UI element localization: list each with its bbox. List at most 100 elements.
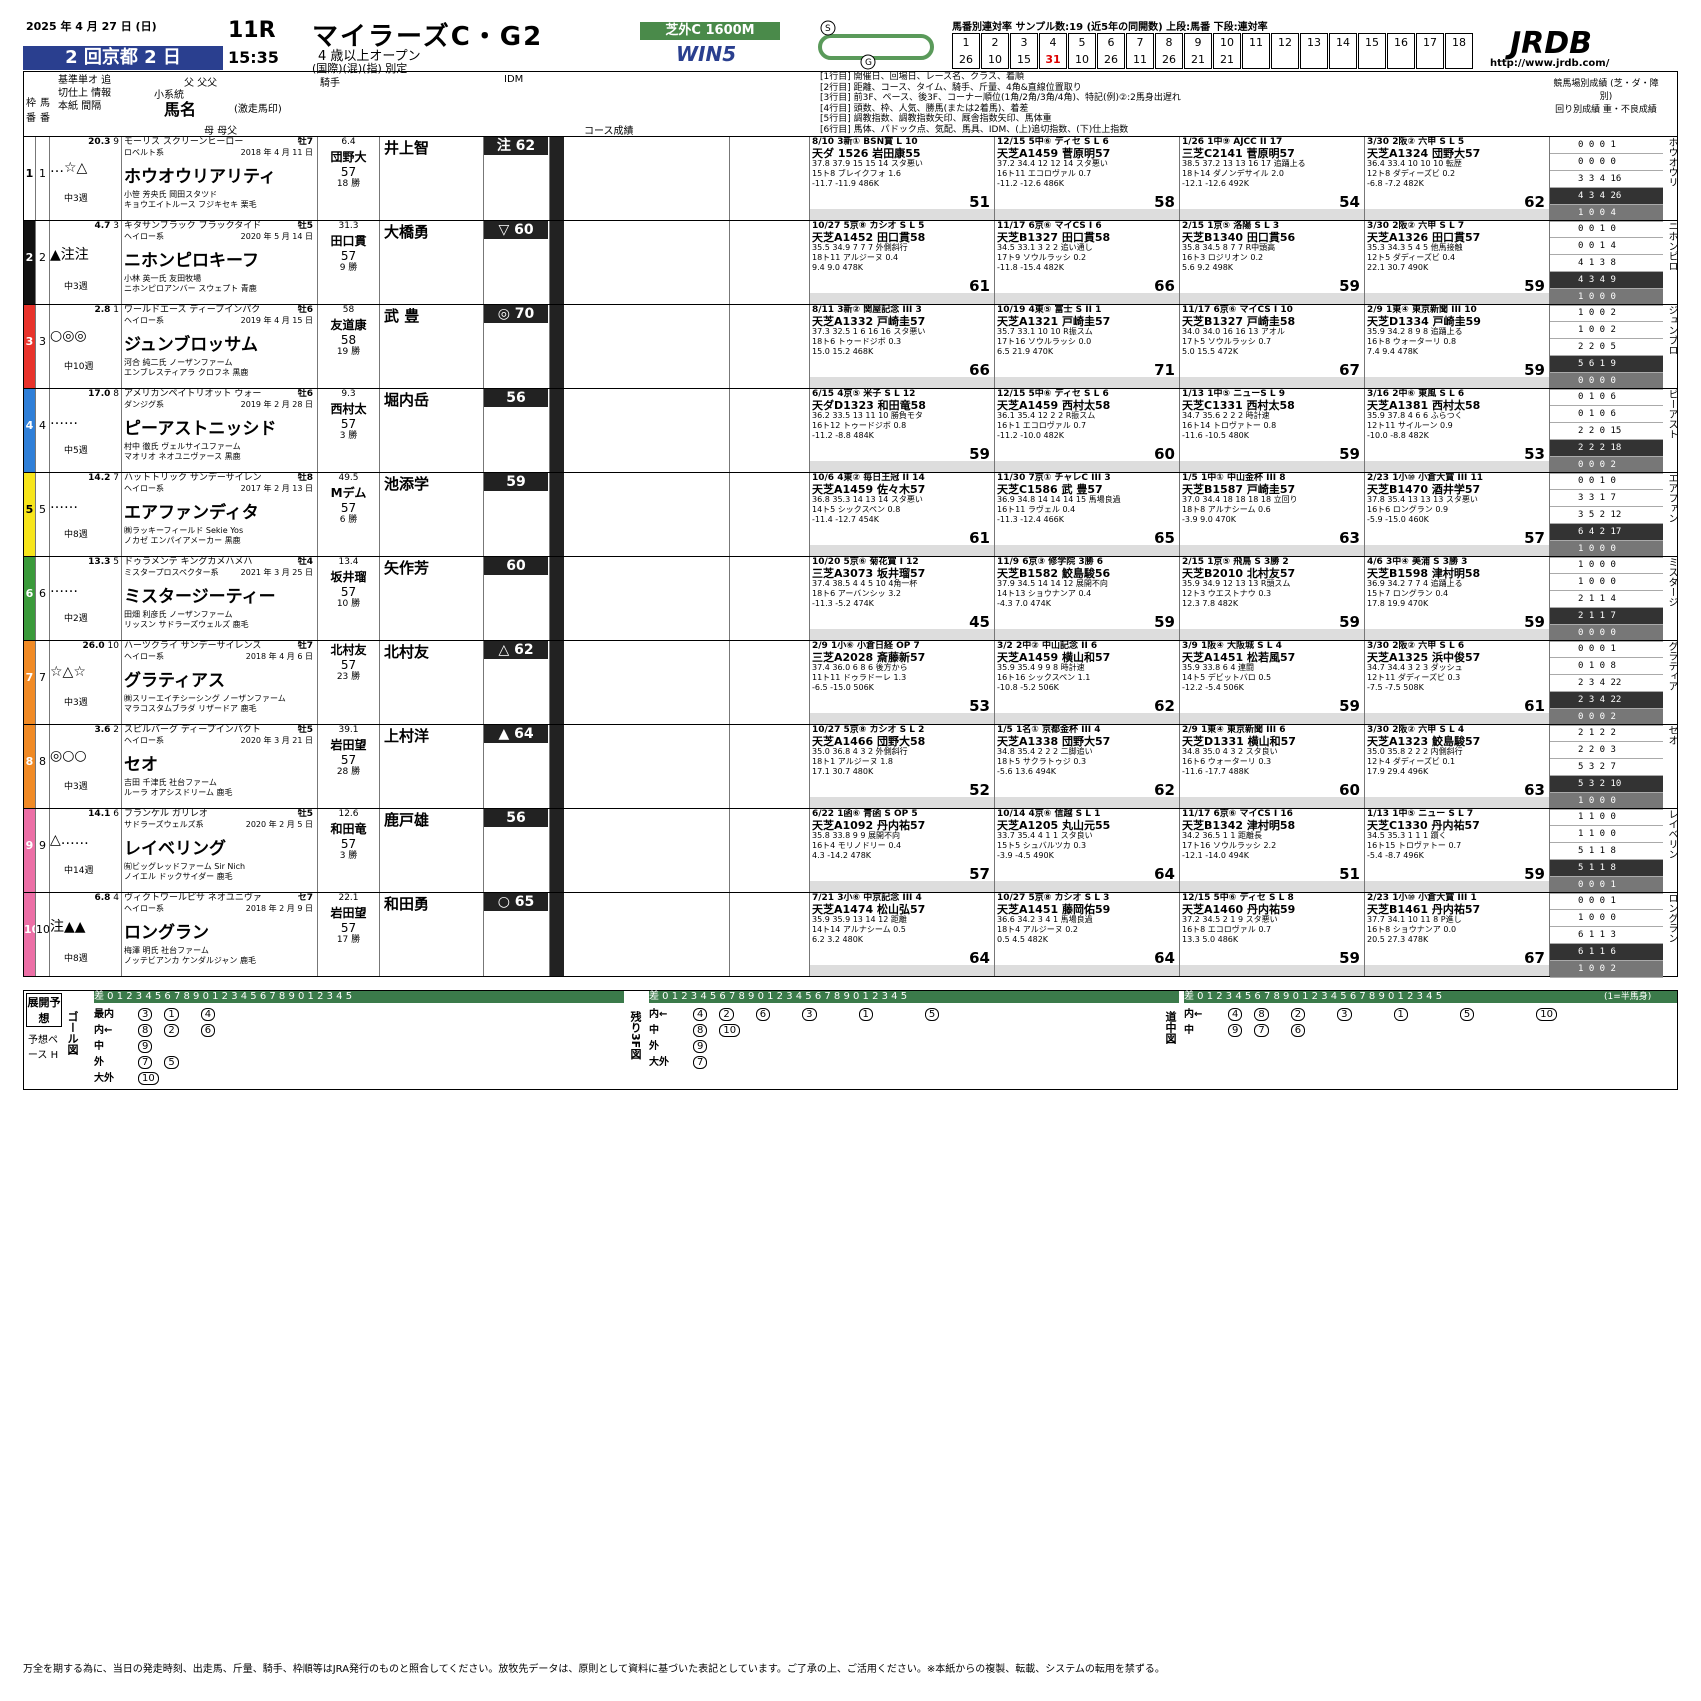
- horse-pill[interactable]: 6: [1290, 1024, 1306, 1037]
- past-race[interactable]: 4/6 3中④ 美浦 S 3勝 3 天芝B1598 津村明58 36.9 34.2 …: [1365, 557, 1550, 640]
- jockey[interactable]: 和田勇: [384, 893, 483, 914]
- past-race[interactable]: 10/14 4京⑥ 信越 S L 1 天芝A1205 丸山元55 33.7 35.4…: [995, 809, 1180, 892]
- past-race[interactable]: 7/21 3小⑥ 中京記念 III 4 天芝A1474 松山弘57 35.9 35.…: [810, 893, 995, 976]
- past-race[interactable]: 3/30 2阪② 六甲 S L 4 天芝A1323 鮫島駿57 35.0 35.8 …: [1365, 725, 1550, 808]
- horse-name[interactable]: ジュンブロッサム: [124, 330, 317, 355]
- past-race[interactable]: 3/9 1阪④ 大阪城 S L 4 天芝A1451 松若風57 35.9 33.8 …: [1180, 641, 1365, 724]
- past-race[interactable]: 2/15 1京⑤ 洛陽 S L 3 天芝B1340 田口貫56 35.8 34.5 …: [1180, 221, 1365, 304]
- horse-pill[interactable]: 10: [719, 1024, 741, 1037]
- horse-name[interactable]: ピーアストニッシド: [124, 414, 317, 439]
- past-race[interactable]: 10/20 5京⑥ 菊花賞 I 12 三芝A3073 坂井瑠57 37.4 38.5…: [810, 557, 995, 640]
- horse-name[interactable]: レイベリング: [124, 834, 317, 859]
- horse-pill[interactable]: 2: [1290, 1008, 1306, 1021]
- past-race[interactable]: 12/15 5中⑥ ディセ S L 6 天芝A1459 菅原明57 37.2 34.…: [995, 137, 1180, 220]
- past-race[interactable]: 2/9 1東④ 東京新聞 III 10 天芝D1334 戸崎圭59 35.9 34.…: [1365, 305, 1550, 388]
- horse-pill[interactable]: 1: [858, 1008, 873, 1021]
- horse-pill[interactable]: 8: [1254, 1008, 1269, 1021]
- horse-pill[interactable]: 5: [1459, 1008, 1475, 1021]
- past-race[interactable]: 12/15 5中⑥ ディセ S L 8 天芝A1460 丹内祐59 37.2 34.…: [1180, 893, 1365, 976]
- horse-cell: ドゥラメンテ キングカメハメハ ミスタープロスペクター系 2021 年 3 月 2…: [122, 557, 318, 640]
- past-race[interactable]: 2/23 1小⑩ 小倉大賞 III 11 天芝B1470 酒井学57 37.8 35…: [1365, 473, 1550, 556]
- past-race[interactable]: 10/6 4東② 毎日王冠 II 14 天芝A1459 佐々木57 36.8 35.…: [810, 473, 995, 556]
- horse-name[interactable]: グラティアス: [124, 666, 317, 691]
- past-race[interactable]: 6/15 4京⑤ 米子 S L 12 天ダD1323 和田竜58 36.2 33.5…: [810, 389, 995, 472]
- horse-row: 1010 6.8 4 注▲▲ 中8週 ヴィクトワールピサ ネオユニヴァヘイロー系 201…: [24, 892, 1677, 978]
- sex-age: 牡5: [297, 725, 313, 735]
- past-race[interactable]: 11/17 6京⑥ マイCS I 10 天芝B1327 戸崎圭58 34.0 34.…: [1180, 305, 1365, 388]
- past-race[interactable]: 3/2 2中② 中山記念 II 6 天芝A1459 横山和57 35.9 35.4 …: [995, 641, 1180, 724]
- horse-pill[interactable]: 7: [1254, 1024, 1269, 1037]
- horse-pill[interactable]: 3: [1337, 1008, 1352, 1021]
- pace-lane: 内← 8 2 6: [94, 1021, 217, 1037]
- past-race[interactable]: 1/5 1名① 京都金杯 III 4 天芝A1338 団野大57 34.8 35.4…: [995, 725, 1180, 808]
- trainer: 団野大: [330, 150, 367, 164]
- past-race[interactable]: 10/27 5京⑧ カシオ S L 2 天芝A1466 団野大58 35.0 36.…: [810, 725, 995, 808]
- past-race[interactable]: 1/5 1中① 中山金杯 III 8 天芝B1587 戸崎圭57 37.0 34.4…: [1180, 473, 1365, 556]
- horse-pill[interactable]: 1: [1393, 1008, 1408, 1021]
- horse-name[interactable]: ロングラン: [124, 918, 317, 943]
- past-race[interactable]: 6/22 1函⑥ 青函 S OP 5 天芝A1092 丹内祐57 35.8 33.8…: [810, 809, 995, 892]
- past-race[interactable]: 11/17 6京⑥ マイCS I 6 天芝B1327 田口貫58 34.5 33.1…: [995, 221, 1180, 304]
- horse-pill[interactable]: 9: [693, 1040, 708, 1053]
- waku-cell: 7: [24, 641, 36, 724]
- marks-cell: 2.8 1 ○◎◎ 中10週: [50, 305, 122, 388]
- horse-pill[interactable]: 10: [1536, 1008, 1557, 1021]
- past-race[interactable]: 2/9 1東④ 東京新聞 III 6 天芝D1331 横山和57 34.8 35.0…: [1180, 725, 1365, 808]
- past-race[interactable]: 3/30 2阪② 六甲 S L 6 天芝A1325 浜中俊57 34.7 34.4 …: [1365, 641, 1550, 724]
- horse-pill[interactable]: 8: [138, 1024, 153, 1037]
- race-idm: 57: [1524, 529, 1545, 547]
- horse-pill[interactable]: 3: [802, 1008, 817, 1021]
- past-race[interactable]: 10/19 4東⑤ 富士 S II 1 天芝A1321 戸崎圭57 35.7 33.…: [995, 305, 1180, 388]
- horse-pill[interactable]: 4: [200, 1008, 216, 1021]
- horse-pill[interactable]: 3: [138, 1008, 153, 1021]
- horse-pill[interactable]: 9: [138, 1040, 153, 1053]
- horse-name[interactable]: ニホンピロキーフ: [124, 246, 317, 271]
- past-race[interactable]: 1/13 1中⑤ ニューS L 9 天芝C1331 西村太58 34.7 35.6 …: [1180, 389, 1365, 472]
- horse-pill[interactable]: 6: [200, 1024, 216, 1037]
- jockey[interactable]: 堀内岳: [384, 389, 483, 410]
- jockey[interactable]: 矢作芳: [384, 557, 483, 578]
- past-race[interactable]: 12/15 5中⑥ ディセ S L 6 天芝A1459 西村太58 36.1 35.…: [995, 389, 1180, 472]
- horse-pill[interactable]: 7: [138, 1056, 153, 1069]
- past-race[interactable]: 10/27 5京⑧ カシオ S L 3 天芝A1451 藤岡佑59 36.6 34.…: [995, 893, 1180, 976]
- past-race[interactable]: 1/13 1中⑤ ニュー S L 7 天芝C1330 丹内祐57 34.5 35.3…: [1365, 809, 1550, 892]
- past-race[interactable]: 2/9 1小⑥ 小倉日経 OP 7 三芝A2028 斎藤新57 37.4 36.0 …: [810, 641, 995, 724]
- jockey[interactable]: 上村洋: [384, 725, 483, 746]
- horse-pill[interactable]: 4: [693, 1008, 708, 1021]
- past-race[interactable]: 3/16 2中⑥ 東風 S L 6 天芝A1381 西村太58 35.9 37.8 …: [1365, 389, 1550, 472]
- past-race[interactable]: 8/10 3新① BSN賞 L 10 天ダ 1526 岩田康55 37.8 37.9…: [810, 137, 995, 220]
- horse-name[interactable]: エアファンディタ: [124, 498, 317, 523]
- horse-pill[interactable]: 5: [924, 1008, 940, 1021]
- past-race[interactable]: 11/9 6京③ 修学院 3勝 6 天芝B1582 鮫島駿56 37.9 34.5 …: [995, 557, 1180, 640]
- horse-pill[interactable]: 5: [164, 1056, 179, 1069]
- horse-pill[interactable]: 1: [164, 1008, 179, 1021]
- breeder: 河合 純二氏 ノーザンファーム: [124, 358, 233, 367]
- horse-name[interactable]: ミスタージーティー: [124, 582, 317, 607]
- horse-pill[interactable]: 2: [164, 1024, 179, 1037]
- past-race[interactable]: 8/11 3新② 関屋記念 III 3 天芝A1332 戸崎圭57 37.3 32.…: [810, 305, 995, 388]
- jockey[interactable]: 武 豊: [384, 305, 483, 326]
- horse-pill[interactable]: 4: [1228, 1008, 1243, 1021]
- jockey[interactable]: 井上智: [384, 137, 483, 158]
- horse-pill[interactable]: 8: [693, 1024, 708, 1037]
- past-race[interactable]: 2/23 1小⑩ 小倉大賞 III 1 天芝B1461 丹内祐57 37.7 34.…: [1365, 893, 1550, 976]
- past-race[interactable]: 11/30 7京① チャレC III 3 天芝C1586 武 豊57 36.9 34…: [995, 473, 1180, 556]
- past-race[interactable]: 11/17 6京⑥ マイCS I 16 天芝B1342 津村明58 34.2 36.…: [1180, 809, 1365, 892]
- past-race[interactable]: 1/26 1中⑨ AJCC II 17 三芝C2141 菅原明57 38.5 37.…: [1180, 137, 1365, 220]
- past-race[interactable]: 10/27 5京⑧ カシオ S L 5 天芝A1452 田口貫58 35.5 34.…: [810, 221, 995, 304]
- horse-pill[interactable]: 7: [693, 1056, 708, 1069]
- horse-pill[interactable]: 10: [138, 1072, 159, 1085]
- horse-pill[interactable]: 9: [1228, 1024, 1243, 1037]
- horse-pill[interactable]: 6: [755, 1008, 771, 1021]
- past-race[interactable]: 3/30 2阪② 六甲 S L 7 天芝A1326 田口貫57 35.3 34.3 …: [1365, 221, 1550, 304]
- past-race[interactable]: 3/30 2阪② 六甲 S L 5 天芝A1324 団野大57 36.4 33.4 …: [1365, 137, 1550, 220]
- jockey[interactable]: 北村友: [384, 641, 483, 662]
- horse-name[interactable]: セオ: [124, 750, 317, 775]
- past-race[interactable]: 2/15 1京⑤ 飛鳥 S 3勝 2 天芝B2010 北村友57 35.9 34.9…: [1180, 557, 1365, 640]
- jockey[interactable]: 大橋勇: [384, 221, 483, 242]
- horse-pill[interactable]: 2: [719, 1008, 734, 1021]
- lane-label: 内←: [649, 1009, 668, 1020]
- jockey[interactable]: 鹿戸雄: [384, 809, 483, 830]
- horse-name[interactable]: ホウオウリアリティ: [124, 162, 317, 187]
- jockey[interactable]: 池添学: [384, 473, 483, 494]
